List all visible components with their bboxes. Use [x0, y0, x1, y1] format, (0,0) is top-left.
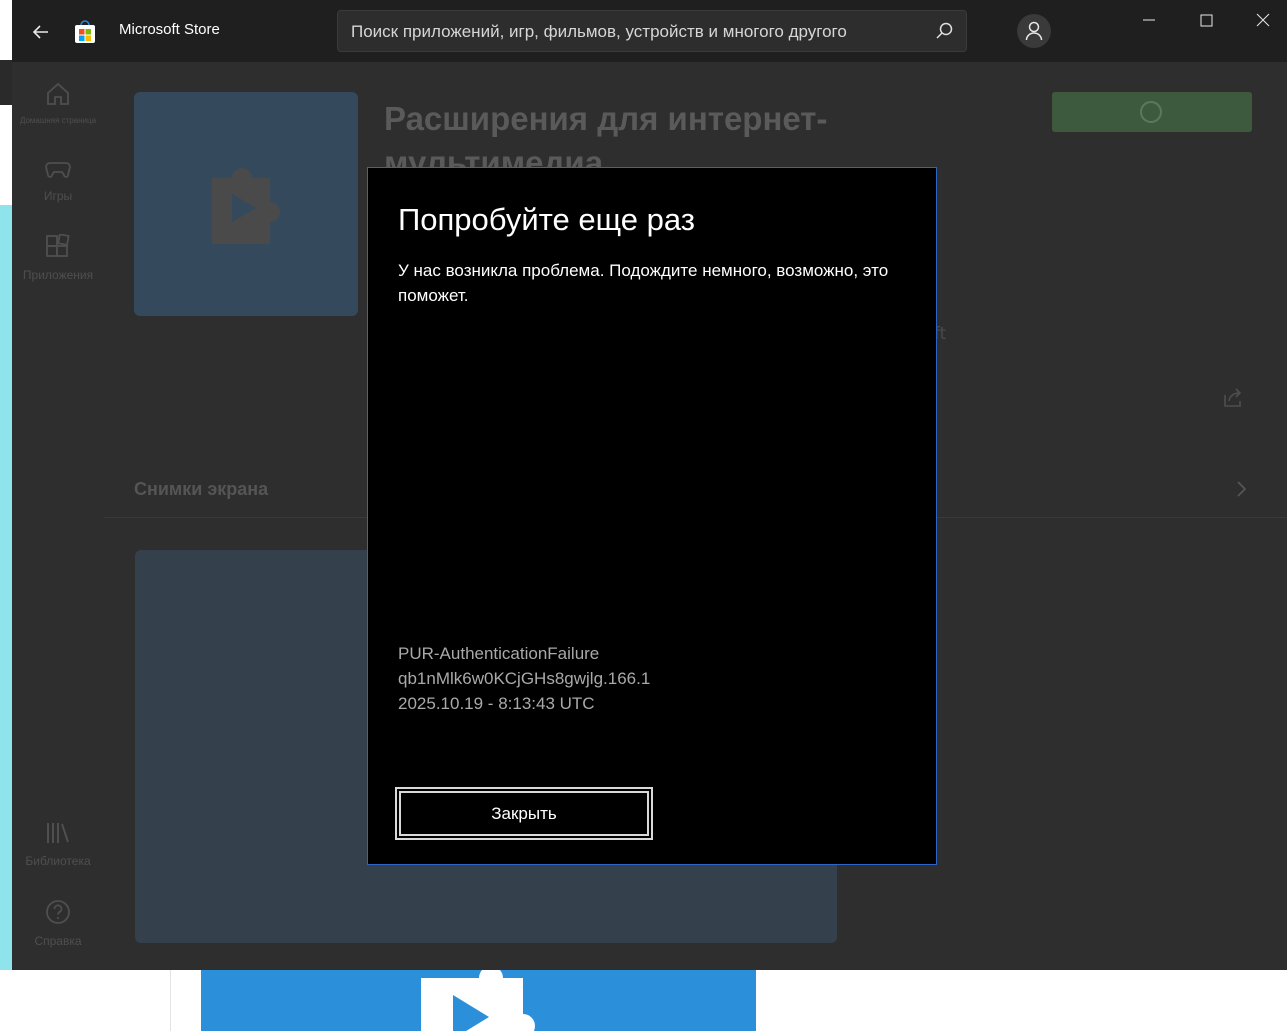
nav-item-games[interactable]: Игры — [12, 157, 104, 203]
help-icon — [46, 900, 70, 924]
account-button[interactable] — [1017, 14, 1051, 48]
window-title: Microsoft Store — [119, 21, 220, 38]
dialog-message: У нас возникла проблема. Подождите немно… — [398, 261, 889, 305]
get-button[interactable] — [1052, 92, 1252, 132]
person-icon — [1025, 21, 1043, 41]
search-box[interactable]: Поиск приложений, игр, фильмов, устройст… — [337, 10, 967, 52]
app-title: Расширения для интернет- — [384, 100, 828, 137]
left-navigation: Домашняя страница Игры Приложения Библио… — [12, 62, 104, 970]
background-cyan-band — [0, 205, 12, 970]
screenshots-heading: Снимки экрана — [134, 479, 269, 499]
title-bar: Microsoft Store Поиск приложений, игр, ф… — [12, 0, 1287, 62]
maximize-icon — [1200, 14, 1213, 27]
close-button[interactable]: Закрыть — [395, 787, 653, 840]
search-icon[interactable] — [934, 21, 954, 41]
minimize-icon — [1143, 19, 1155, 21]
minimize-button[interactable] — [1129, 5, 1169, 35]
error-dialog: Попробуйте еще раз У нас возникла пробле… — [367, 167, 937, 865]
home-icon — [47, 82, 69, 105]
back-arrow-icon — [32, 25, 48, 39]
dialog-title: Попробуйте еще раз — [398, 202, 695, 237]
app-title-continued: мультимедиа — [384, 144, 604, 168]
chevron-right-icon[interactable] — [1236, 479, 1248, 504]
error-details: PUR-AuthenticationFailure qb1nMlk6w0KCjG… — [398, 641, 650, 716]
close-window-button[interactable] — [1243, 5, 1283, 35]
app-icon-tile — [134, 92, 358, 316]
nav-item-apps[interactable]: Приложения — [12, 233, 104, 282]
nav-item-home[interactable]: Домашняя страница — [12, 80, 104, 125]
apps-icon — [46, 233, 70, 257]
error-timestamp: 2025.10.19 - 8:13:43 UTC — [398, 694, 595, 713]
close-button-label: Закрыть — [491, 803, 557, 823]
error-code: PUR-AuthenticationFailure — [398, 644, 600, 663]
store-logo-icon — [74, 20, 96, 44]
nav-item-label: Справка — [34, 934, 82, 948]
correlation-id: qb1nMlk6w0KCjGHs8gwjlg.166.1 — [398, 669, 651, 688]
maximize-button[interactable] — [1186, 5, 1226, 35]
close-icon — [1256, 13, 1270, 27]
share-icon[interactable] — [1222, 387, 1244, 409]
nav-item-label: Домашняя страница — [19, 116, 97, 125]
nav-item-label: Приложения — [22, 268, 94, 282]
nav-item-label: Игры — [43, 189, 73, 203]
background-divider — [170, 970, 171, 1031]
nav-item-library[interactable]: Библиотека — [12, 820, 104, 868]
library-icon — [47, 823, 69, 843]
search-input[interactable]: Поиск приложений, игр, фильмов, устройст… — [351, 22, 847, 42]
nav-item-help[interactable]: Справка — [12, 898, 104, 948]
loading-spinner-icon — [1140, 101, 1162, 123]
background-dark-band — [0, 60, 12, 105]
gamepad-icon — [45, 162, 71, 178]
back-button[interactable] — [26, 17, 56, 47]
puzzle-play-icon — [421, 970, 535, 1031]
background-app-tile — [201, 970, 756, 1031]
nav-item-label: Библиотека — [25, 854, 91, 868]
puzzle-play-icon — [212, 168, 280, 244]
